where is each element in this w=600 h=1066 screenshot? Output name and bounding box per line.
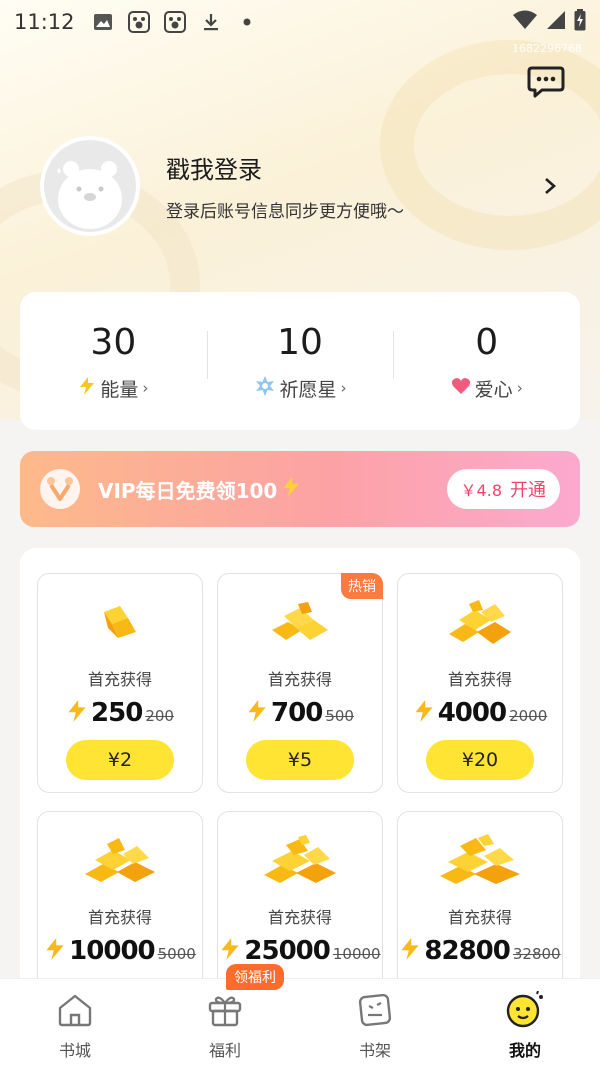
package-amount: 250	[91, 698, 143, 728]
recharge-package[interactable]: 热销 首充获得 700 500 ¥5	[217, 573, 383, 793]
bolt-icon	[246, 698, 268, 728]
avatar[interactable]	[40, 136, 140, 236]
welfare-badge[interactable]: 领福利	[226, 964, 284, 990]
bolt-icon	[281, 476, 301, 503]
stat-label: 爱心	[474, 378, 513, 401]
chat-icon	[527, 66, 565, 98]
package-price-button[interactable]: ¥2	[66, 740, 174, 780]
gold-pile-icon	[398, 830, 562, 890]
package-original: 2000	[509, 707, 548, 725]
chevron-right-icon: ›	[340, 379, 347, 397]
gold-pile-icon	[398, 592, 562, 652]
stat-label: 能量	[100, 378, 139, 401]
bear-avatar-icon	[57, 161, 122, 229]
package-original: 5000	[157, 945, 196, 963]
login-subtitle: 登录后账号信息同步更方便哦～	[166, 202, 404, 222]
stat-value: 10	[277, 321, 323, 363]
chevron-right-icon[interactable]	[540, 176, 560, 196]
bolt-icon	[44, 936, 66, 966]
baidu-icon	[128, 11, 150, 33]
bolt-icon	[219, 936, 241, 966]
vip-button-label: 开通	[510, 480, 546, 501]
stat-energy[interactable]: 30 能量 ›	[20, 321, 207, 402]
gold-pile-icon	[218, 830, 382, 890]
package-original: 32800	[512, 945, 561, 963]
baidu-icon	[164, 11, 186, 33]
signal-icon	[546, 10, 566, 34]
bolt-icon	[66, 698, 88, 728]
package-amount: 700	[271, 698, 323, 728]
chevron-right-icon: ›	[516, 379, 523, 397]
nav-item-welfare[interactable]: 福利	[150, 979, 300, 1066]
package-price-button[interactable]: ¥20	[426, 740, 534, 780]
package-original: 200	[145, 707, 174, 725]
mascot-icon	[505, 991, 545, 1029]
stat-value: 30	[90, 321, 137, 363]
package-desc: 首充获得	[447, 670, 512, 689]
nav-item-mine[interactable]: 我的	[450, 979, 600, 1066]
package-amount: 10000	[69, 936, 155, 966]
package-amount: 82800	[424, 936, 510, 966]
nav-item-bookshelf[interactable]: 书架	[300, 979, 450, 1066]
home-icon	[55, 991, 95, 1029]
nav-label: 书架	[358, 1041, 391, 1060]
package-original: 10000	[332, 945, 381, 963]
login-profile-row[interactable]: 戳我登录 登录后账号信息同步更方便哦～	[40, 136, 570, 236]
gold-pile-icon	[38, 830, 202, 890]
nav-item-bookstore[interactable]: 书城	[0, 979, 150, 1066]
package-amount: 4000	[437, 698, 507, 728]
chevron-right-icon: ›	[142, 379, 149, 397]
stat-wish-star[interactable]: 10 祈愿星 ›	[206, 321, 394, 402]
gift-icon	[205, 991, 245, 1029]
package-desc: 首充获得	[87, 908, 152, 927]
bolt-icon	[413, 698, 435, 728]
recharge-package[interactable]: 首充获得 250 200 ¥2	[37, 573, 203, 793]
heart-icon	[451, 377, 471, 400]
wifi-icon	[512, 10, 538, 34]
stat-label: 祈愿星	[279, 378, 337, 401]
bolt-icon	[399, 936, 421, 966]
package-amount: 25000	[244, 936, 330, 966]
image-icon	[92, 11, 114, 33]
gold-pile-icon	[38, 592, 202, 652]
gold-pile-icon	[218, 592, 382, 652]
bookshelf-icon	[355, 991, 395, 1029]
package-price-button[interactable]: ¥5	[246, 740, 354, 780]
package-desc: 首充获得	[447, 908, 512, 927]
message-button[interactable]	[526, 64, 566, 100]
stat-love[interactable]: 0 爱心 ›	[393, 321, 580, 402]
device-watermark: 1682296768	[512, 42, 582, 55]
nav-label: 书城	[58, 1041, 91, 1060]
login-title[interactable]: 戳我登录	[166, 150, 404, 185]
recharge-package[interactable]: 首充获得 4000 2000 ¥20	[397, 573, 563, 793]
stat-value: 0	[475, 321, 499, 363]
bottom-nav: 书城 福利 书架 我的	[0, 978, 600, 1066]
nav-label: 我的	[508, 1041, 541, 1060]
star-icon	[254, 375, 276, 402]
dot-icon	[236, 11, 258, 33]
status-bar: 11:12	[0, 0, 600, 44]
vip-text: VIP每日免费领100	[98, 478, 278, 503]
nav-label: 福利	[208, 1041, 241, 1060]
recharge-panel: 首充获得 250 200 ¥2 热销 首充获得 700 500 ¥5 首充获得 …	[20, 548, 580, 1018]
vip-logo-icon	[40, 469, 80, 509]
package-original: 500	[325, 707, 354, 725]
stats-card: 30 能量 › 10 祈愿星 › 0 爱心 ›	[20, 292, 580, 430]
vip-banner[interactable]: VIP每日免费领100 ￥4.8 开通	[20, 451, 580, 527]
package-desc: 首充获得	[87, 670, 152, 689]
battery-icon	[574, 9, 586, 35]
vip-price: ￥4.8	[460, 481, 502, 500]
package-desc: 首充获得	[267, 908, 332, 927]
status-time: 11:12	[14, 10, 75, 34]
package-desc: 首充获得	[267, 670, 332, 689]
bolt-icon	[78, 376, 96, 401]
vip-open-button[interactable]: ￥4.8 开通	[446, 469, 560, 509]
download-icon	[200, 11, 222, 33]
